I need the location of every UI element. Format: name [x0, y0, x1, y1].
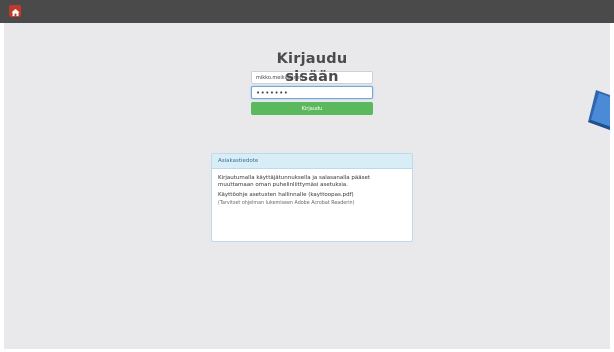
- guide-text: Käyttöohje asetusten hallinnalle: [218, 192, 309, 199]
- guide-pdf-link[interactable]: (kayttoopas.pdf): [308, 192, 353, 198]
- login-button[interactable]: Kirjaudu: [251, 102, 373, 115]
- notice-heading: Asiakastiedote: [212, 154, 412, 169]
- guide-hint: (Tarvitset ohjelman lukemiseen Adobe Acr…: [218, 200, 355, 206]
- guide-line: Käyttöohje asetusten hallinnalle (kaytto…: [218, 192, 406, 199]
- password-input[interactable]: [251, 86, 373, 99]
- home-button[interactable]: [9, 5, 21, 17]
- login-form: Kirjaudu sisään Kirjaudu: [250, 50, 374, 115]
- main-content: Kirjaudu sisään Kirjaudu Asiakastiedote …: [4, 23, 610, 349]
- customer-notice-panel: Asiakastiedote Kirjautumalla käyttäjätun…: [211, 153, 413, 242]
- notice-body: Kirjautumalla käyttäjätunnuksella ja sal…: [212, 169, 412, 207]
- book-icon: [588, 90, 610, 130]
- top-bar: [0, 0, 614, 23]
- notice-paragraph: Kirjautumalla käyttäjätunnuksella ja sal…: [218, 175, 371, 189]
- home-icon: [10, 2, 20, 21]
- app-window: Kirjaudu sisään Kirjaudu Asiakastiedote …: [0, 0, 614, 352]
- login-title: Kirjaudu sisään: [276, 51, 348, 85]
